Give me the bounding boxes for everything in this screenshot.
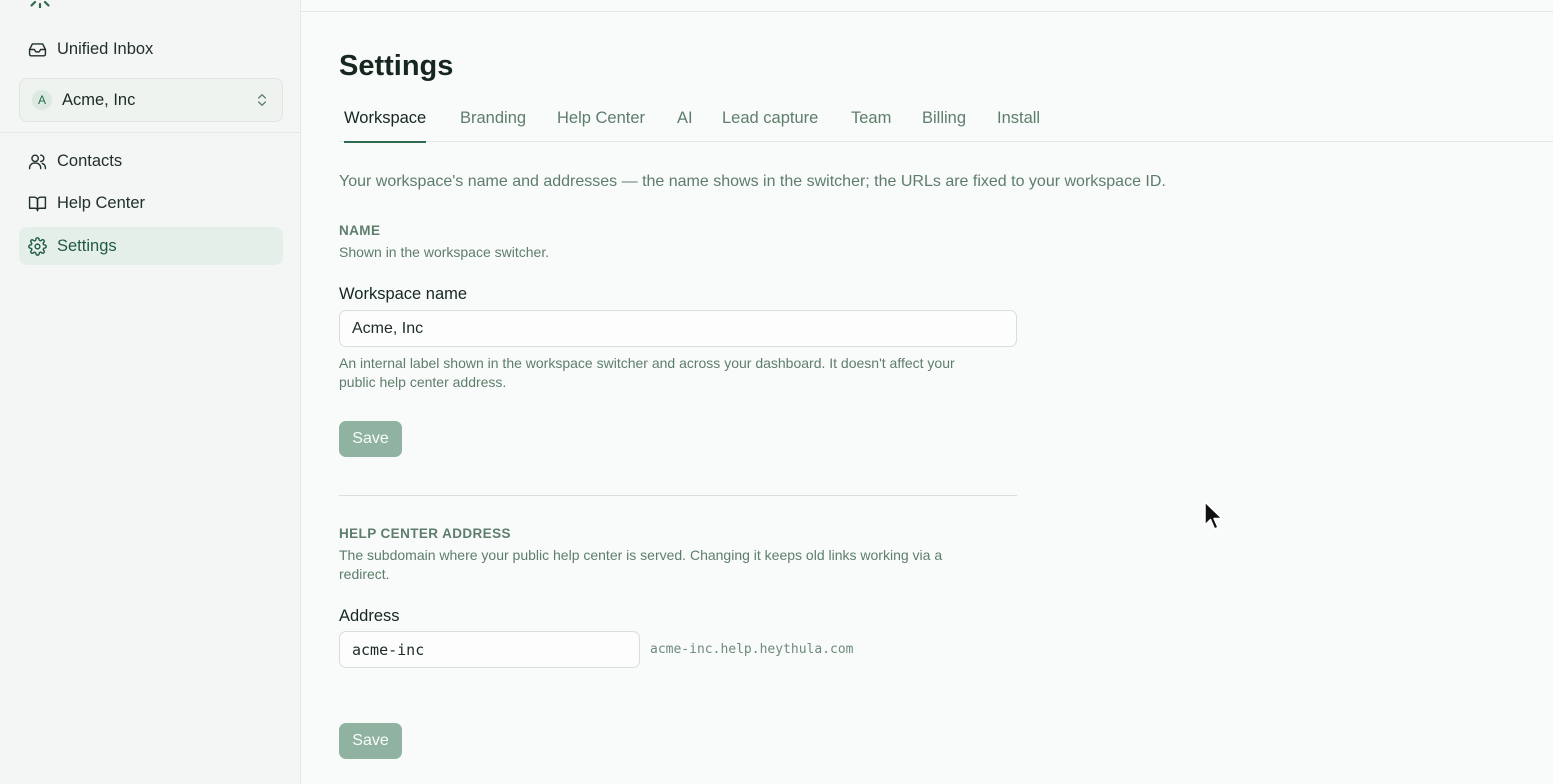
- address-input[interactable]: acme-inc: [339, 631, 640, 668]
- workspace-name-input[interactable]: Acme, Inc: [339, 310, 1017, 347]
- tab-lead-capture[interactable]: Lead capture: [722, 100, 818, 142]
- page-title: Settings: [339, 50, 454, 82]
- sidebar-item-contacts[interactable]: Contacts: [19, 142, 283, 180]
- address-label: Address: [339, 607, 400, 625]
- tab-workspace[interactable]: Workspace: [344, 100, 427, 143]
- tab-branding[interactable]: Branding: [460, 100, 526, 142]
- sidebar-item-label: Contacts: [57, 151, 123, 170]
- sidebar-item-unified-inbox[interactable]: Unified Inbox: [19, 30, 283, 68]
- section-help-address: The subdomain where your public help cen…: [339, 547, 943, 582]
- app-root: Unified Inbox A Acme, Inc Contacts Help …: [0, 0, 1553, 784]
- users-icon: [28, 153, 47, 169]
- workspace-avatar: A: [32, 90, 52, 110]
- tab-billing[interactable]: Billing: [922, 100, 966, 142]
- page-description: Your workspace's name and addresses — th…: [339, 173, 1166, 190]
- section-help-name: Shown in the workspace switcher.: [339, 244, 550, 260]
- section-label-address: HELP CENTER ADDRESS: [339, 526, 511, 541]
- header-divider: [301, 11, 1553, 12]
- section-label-name: NAME: [339, 223, 381, 238]
- workspace-switcher[interactable]: A Acme, Inc: [19, 78, 283, 122]
- sidebar-item-help-center[interactable]: Help Center: [19, 184, 283, 222]
- workspace-name: Acme, Inc: [62, 90, 136, 109]
- sidebar-item-label: Help Center: [57, 193, 146, 212]
- sidebar: Unified Inbox A Acme, Inc Contacts Help …: [0, 0, 301, 784]
- brand-logo: [26, 0, 54, 8]
- chevron-up-down-icon: [258, 94, 266, 106]
- mouse-cursor-icon: [1204, 501, 1223, 530]
- main-content: Settings Workspace Branding Help Center …: [301, 0, 1553, 784]
- tab-ai[interactable]: AI: [677, 100, 693, 142]
- save-address-button[interactable]: Save: [339, 723, 402, 759]
- book-icon: [28, 195, 47, 211]
- section-divider: [339, 495, 1017, 496]
- save-name-button[interactable]: Save: [339, 421, 402, 457]
- tab-team[interactable]: Team: [851, 100, 891, 142]
- gear-icon: [28, 236, 47, 256]
- sidebar-item-settings[interactable]: Settings: [19, 227, 283, 265]
- workspace-name-value: Acme, Inc: [352, 319, 424, 337]
- tab-install[interactable]: Install: [997, 100, 1040, 142]
- tab-help-center[interactable]: Help Center: [557, 100, 645, 142]
- sidebar-divider: [0, 132, 300, 133]
- settings-tabs: Workspace Branding Help Center AI Lead c…: [339, 100, 1553, 143]
- workspace-name-hint: An internal label shown in the workspace…: [339, 355, 955, 390]
- sidebar-item-label: Settings: [57, 236, 117, 255]
- inbox-icon: [28, 42, 47, 57]
- address-domain-preview: acme-inc.help.heythula.com: [650, 642, 854, 657]
- workspace-name-label: Workspace name: [339, 285, 468, 303]
- logo-mark-icon: [30, 0, 50, 8]
- address-value: acme-inc: [352, 640, 425, 659]
- sidebar-item-label: Unified Inbox: [57, 39, 154, 58]
